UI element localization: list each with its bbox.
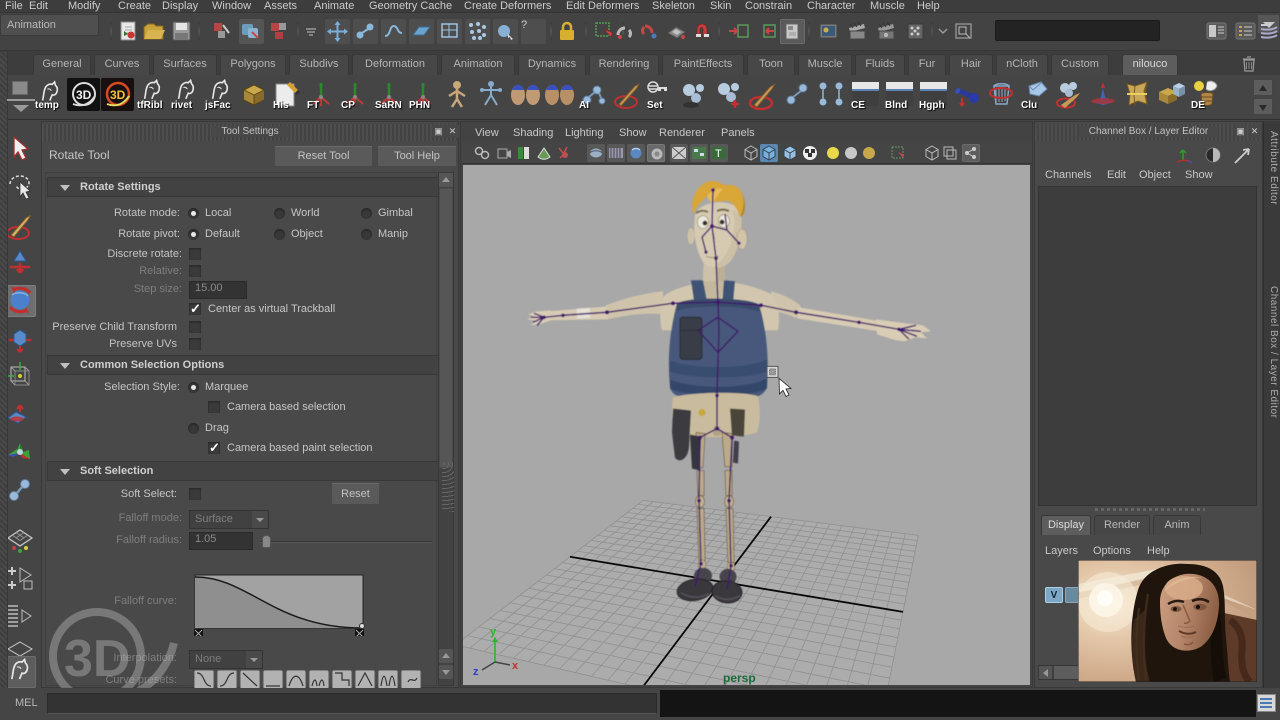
svg-text:3D: 3D <box>110 88 126 102</box>
svg-text:x: x <box>512 660 519 672</box>
svg-text:z: z <box>473 666 479 678</box>
svg-text:T: T <box>715 148 722 160</box>
svg-text:3D: 3D <box>64 630 130 688</box>
svg-text:persp: persp <box>723 671 756 685</box>
svg-text:y: y <box>490 626 497 638</box>
svg-text:3D: 3D <box>76 88 92 102</box>
